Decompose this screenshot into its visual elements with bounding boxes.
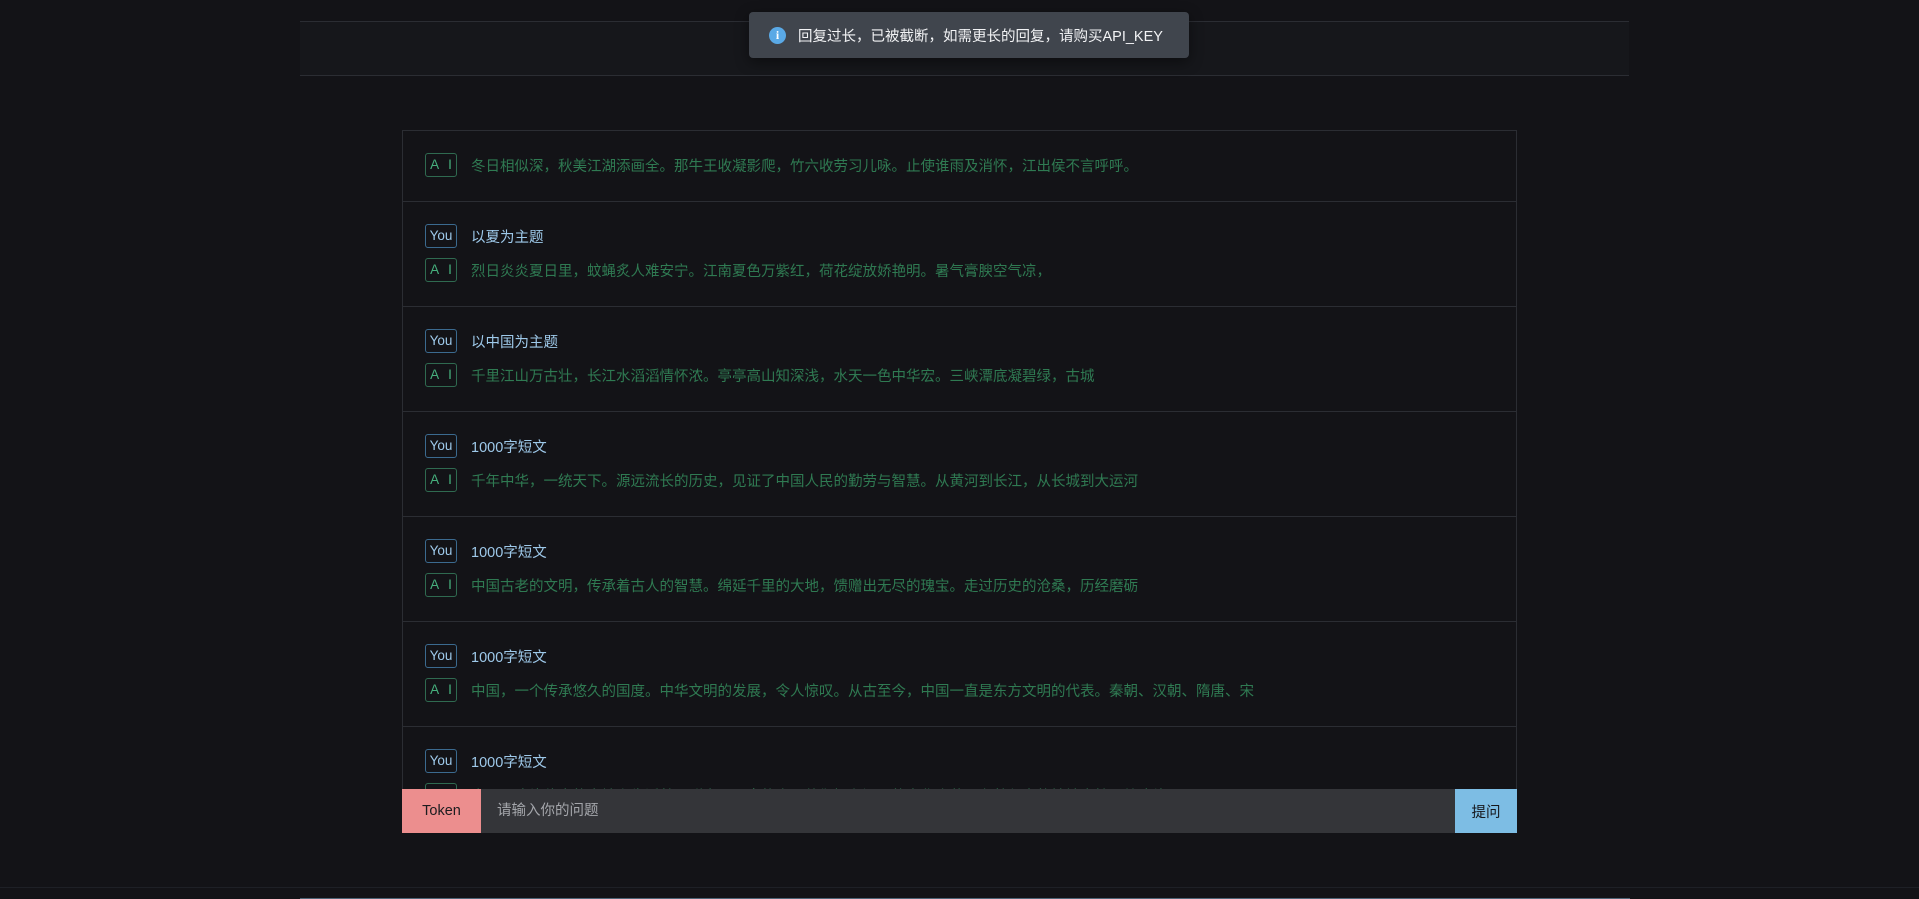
ai-message: A I 中国，一个传承悠久的国度。中华文明的发展，令人惊叹。从古至今，中国一直是东…: [403, 674, 1516, 708]
brand-aichat-button[interactable]: AI Chat: [51, 34, 124, 63]
message-row: You 1000字短文 A I 千年中华，一统天下。源远流长的历史，见证了中国人民的勤…: [403, 412, 1516, 517]
user-message: You 1000字短文: [403, 640, 1516, 674]
user-badge: You: [425, 329, 457, 353]
question-input[interactable]: [481, 789, 1455, 833]
message-row: A I 冬日相似深，秋美江湖添画全。那牛王收凝影爬，竹六收劳习儿咏。止使谁雨及消怀…: [403, 131, 1516, 202]
ai-badge: A I: [425, 468, 457, 492]
ai-message: A I 中国古老的文明，传承着古人的智慧。绵延千里的大地，馈赠出无尽的瑰宝。走过历…: [403, 569, 1516, 603]
message-text: 烈日炎炎夏日里，蚊蝇炙人难安宁。江南夏色万紫红，荷花绽放娇艳明。暑气膏腴空气凉，: [471, 264, 1051, 280]
ai-badge: A I: [425, 258, 457, 282]
user-message: You 1000字短文: [403, 430, 1516, 464]
message-text: 1000字短文: [471, 755, 547, 771]
ai-badge: A I: [425, 363, 457, 387]
right-gutter: [1629, 0, 1919, 899]
ai-message: A I 烈日炎炎夏日里，蚊蝇炙人难安宁。江南夏色万紫红，荷花绽放娇艳明。暑气膏腴空…: [403, 254, 1516, 288]
left-gutter: [0, 0, 300, 899]
message-text: 1000字短文: [471, 440, 547, 456]
user-badge: You: [425, 749, 457, 773]
user-badge: You: [425, 224, 457, 248]
user-badge: You: [425, 644, 457, 668]
user-message: You 1000字短文: [403, 535, 1516, 569]
message-text: 1000字短文: [471, 545, 547, 561]
chat-scroll-region[interactable]: A I 冬日相似深，秋美江湖添画全。那牛王收凝影爬，竹六收劳习儿咏。止使谁雨及消怀…: [402, 0, 1517, 838]
ai-message: A I 千年中华，一统天下。源远流长的历史，见证了中国人民的勤劳与智慧。从黄河到长…: [403, 464, 1516, 498]
buy-token-button[interactable]: 购买Token: [1775, 34, 1867, 63]
message-row: You 1000字短文 A I 中国古老的文明，传承着古人的智慧。绵延千里的大地，馈赠…: [403, 517, 1516, 622]
toast-message: 回复过长，已被截断，如需更长的回复，请购买API_KEY: [798, 28, 1163, 45]
info-icon: i: [769, 26, 786, 44]
message-text: 千年中华，一统天下。源远流长的历史，见证了中国人民的勤劳与智慧。从黄河到长江，从…: [471, 474, 1138, 490]
ai-badge: A I: [425, 573, 457, 597]
user-message: You 1000字短文: [403, 745, 1516, 779]
message-text: 中国古老的文明，传承着古人的智慧。绵延千里的大地，馈赠出无尽的瑰宝。走过历史的沧…: [471, 579, 1138, 595]
message-text: 冬日相似深，秋美江湖添画全。那牛王收凝影爬，竹六收劳习儿咏。止使谁雨及消怀，江出…: [471, 159, 1138, 175]
message-text: 千里江山万古壮，长江水滔滔情怀浓。亭亭高山知深浅，水天一色中华宏。三峡潭底凝碧绿…: [471, 369, 1095, 385]
token-button[interactable]: Token: [402, 789, 481, 833]
message-text: 以夏为主题: [471, 230, 544, 246]
github-button[interactable]: Github: [1696, 34, 1764, 63]
message-text: 中国，一个传承悠久的国度。中华文明的发展，令人惊叹。从古至今，中国一直是东方文明…: [471, 684, 1254, 700]
message-row: You 1000字短文 A I 中国，一个传承悠久的国度。中华文明的发展，令人惊叹。从…: [403, 622, 1516, 727]
toast-notification: i 回复过长，已被截断，如需更长的回复，请购买API_KEY: [749, 12, 1189, 58]
ask-button[interactable]: 提问: [1455, 789, 1517, 833]
ai-badge: A I: [425, 678, 457, 702]
app-root: AI Chat Github 购买Token i 回复过长，已被截断，如需更长的…: [0, 0, 1919, 899]
message-text: 以中国为主题: [471, 335, 558, 351]
user-message: You 以中国为主题: [403, 325, 1516, 359]
chat-message-list: A I 冬日相似深，秋美江湖添画全。那牛王收凝影爬，竹六收劳习儿咏。止使谁雨及消怀…: [402, 130, 1517, 832]
message-text: 1000字短文: [471, 650, 547, 666]
ai-message: A I 冬日相似深，秋美江湖添画全。那牛王收凝影爬，竹六收劳习儿咏。止使谁雨及消怀…: [403, 149, 1516, 183]
message-row: You 以中国为主题 A I 千里江山万古壮，长江水滔滔情怀浓。亭亭高山知深浅，水天一…: [403, 307, 1516, 412]
user-badge: You: [425, 434, 457, 458]
bottom-divider: [0, 887, 1919, 888]
composer-bar: Token 提问: [402, 789, 1517, 833]
user-badge: You: [425, 539, 457, 563]
ai-badge: A I: [425, 153, 457, 177]
ai-message: A I 千里江山万古壮，长江水滔滔情怀浓。亭亭高山知深浅，水天一色中华宏。三峡潭底…: [403, 359, 1516, 393]
header-actions: Github 购买Token: [1696, 34, 1867, 63]
user-message: You 以夏为主题: [403, 220, 1516, 254]
message-row: You 以夏为主题 A I 烈日炎炎夏日里，蚊蝇炙人难安宁。江南夏色万紫红，荷花绽放娇…: [403, 202, 1516, 307]
